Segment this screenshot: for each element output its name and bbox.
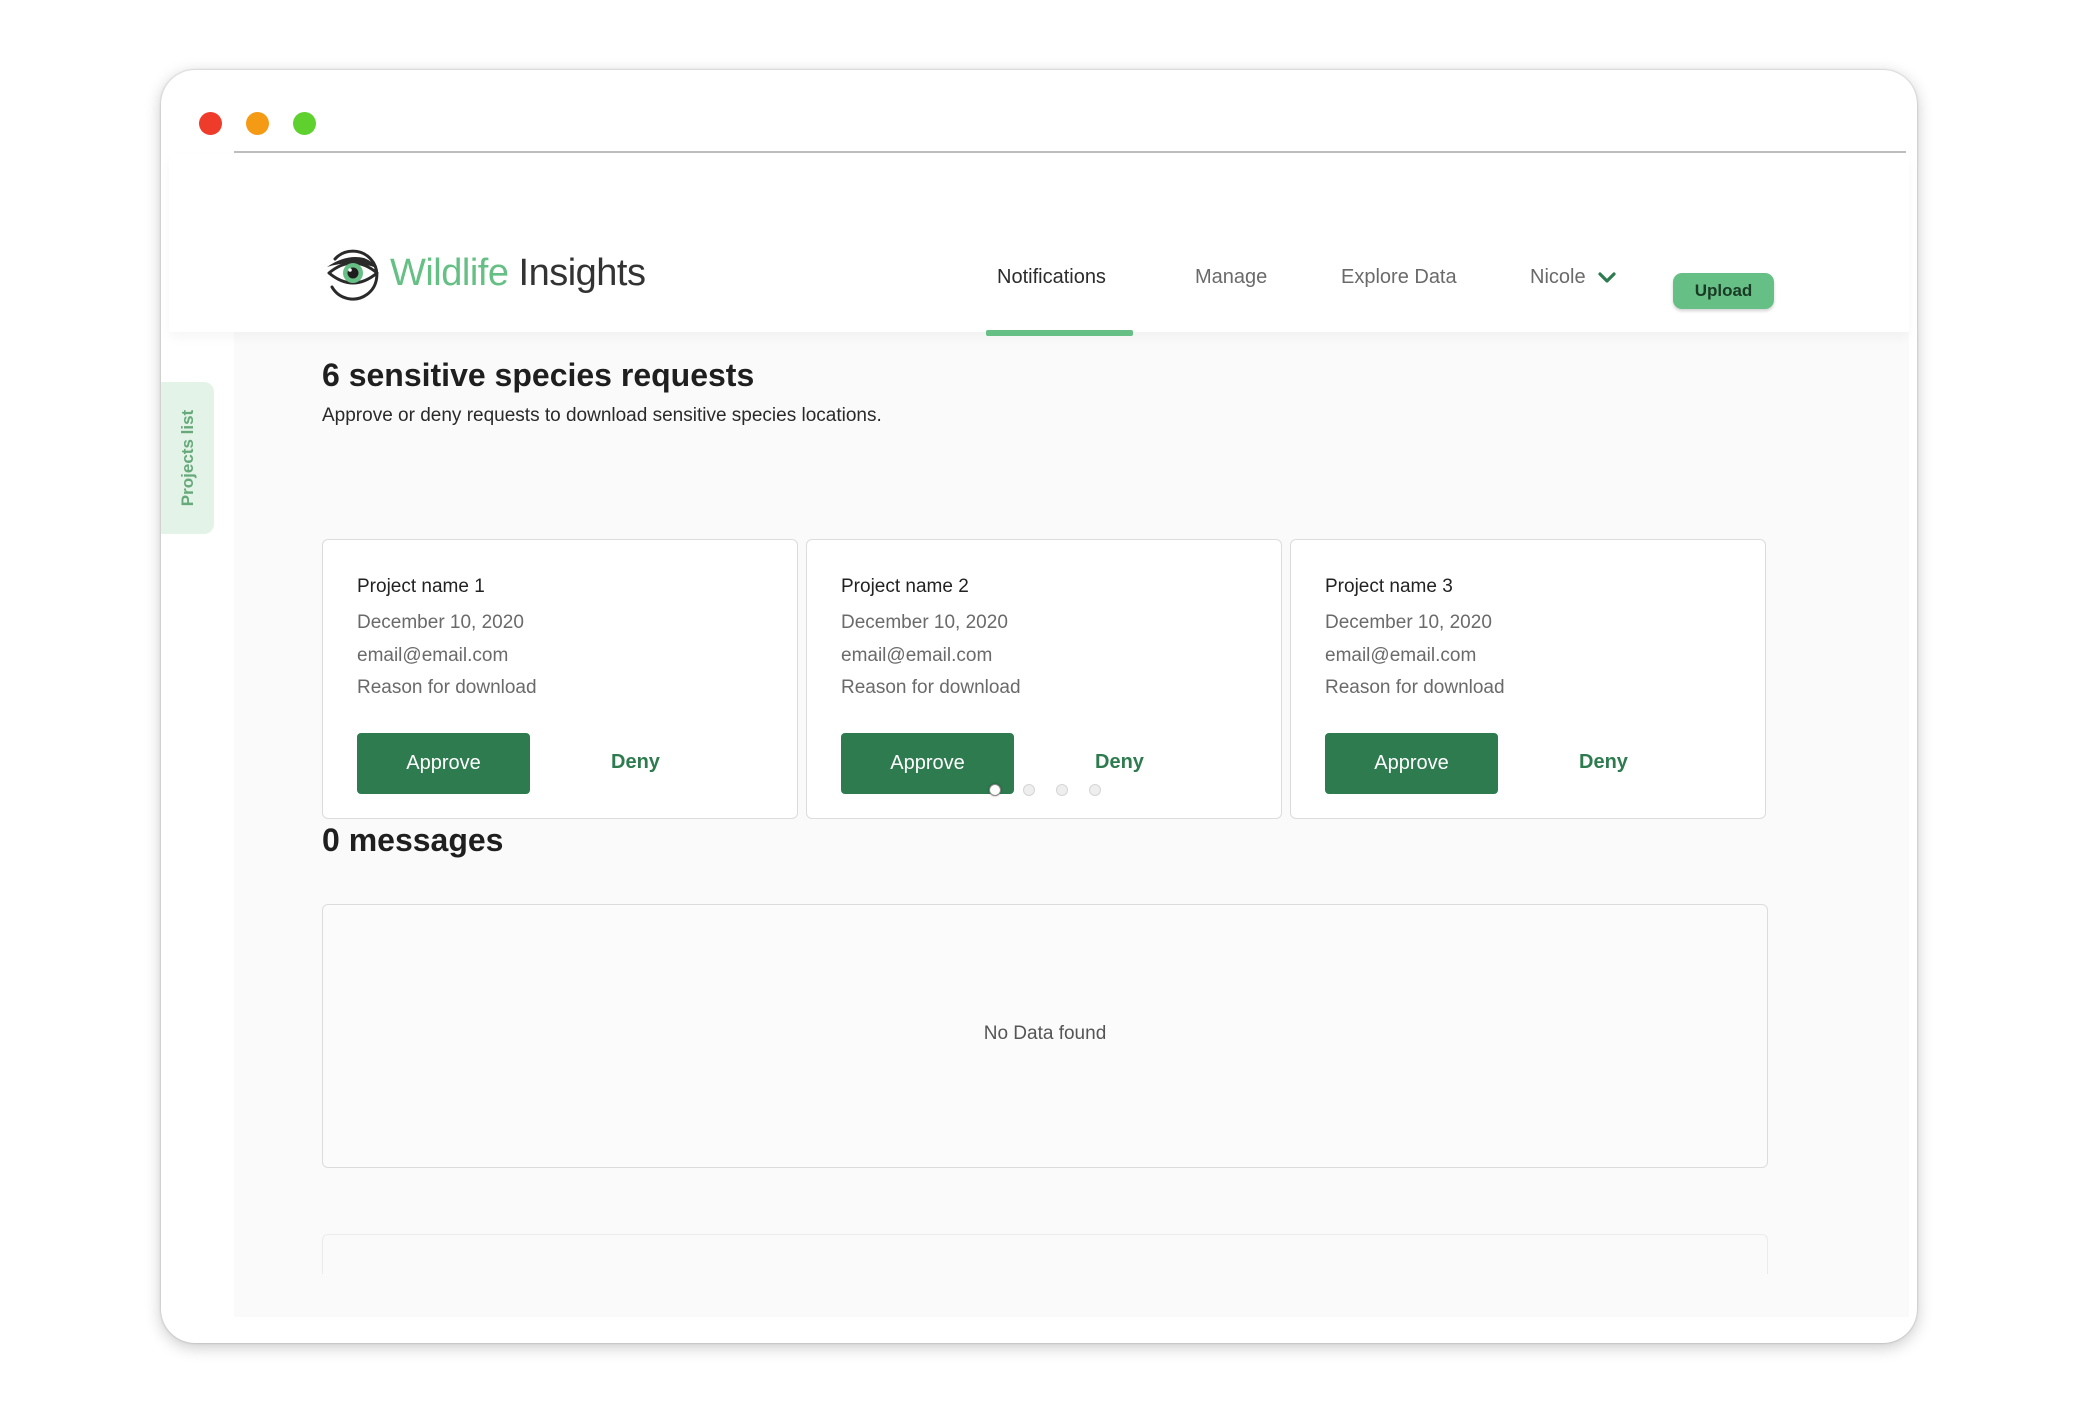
request-date: December 10, 2020 (841, 612, 1008, 633)
nav-manage[interactable]: Manage (1195, 266, 1267, 289)
browser-window: Wildlife Insights Notifications Manage E… (161, 70, 1917, 1343)
project-name: Project name 3 (1325, 576, 1453, 597)
next-section-card (322, 1234, 1768, 1274)
window-close-button[interactable] (199, 112, 222, 135)
nav-active-indicator (986, 330, 1133, 336)
requester-email: email@email.com (1325, 645, 1477, 666)
request-card: Project name 1 December 10, 2020 email@e… (322, 539, 798, 819)
requests-title: 6 sensitive species requests (322, 357, 755, 393)
eye-icon (327, 249, 379, 301)
download-reason: Reason for download (841, 677, 1021, 698)
top-navigation-bar: Wildlife Insights Notifications Manage E… (169, 154, 1909, 336)
no-data-text: No Data found (983, 1023, 1107, 1044)
request-card: Project name 2 December 10, 2020 email@e… (806, 539, 1282, 819)
approve-button[interactable]: Approve (1325, 733, 1498, 794)
projects-list-tab[interactable]: Projects list (161, 382, 214, 534)
approve-button[interactable]: Approve (357, 733, 530, 794)
deny-button[interactable]: Deny (1579, 751, 1628, 774)
messages-empty-state: No Data found (322, 904, 1768, 1168)
chevron-down-icon (1597, 271, 1616, 283)
download-reason: Reason for download (357, 677, 537, 698)
user-menu[interactable]: Nicole (1530, 266, 1616, 289)
user-name: Nicole (1530, 266, 1586, 288)
nav-notifications[interactable]: Notifications (997, 266, 1106, 289)
project-name: Project name 1 (357, 576, 485, 597)
request-date: December 10, 2020 (357, 612, 524, 633)
deny-button[interactable]: Deny (611, 751, 660, 774)
requester-email: email@email.com (357, 645, 509, 666)
pager-dot-4[interactable] (1089, 784, 1101, 796)
window-maximize-button[interactable] (293, 112, 316, 135)
logo[interactable]: Wildlife Insights (324, 244, 646, 302)
window-minimize-button[interactable] (246, 112, 269, 135)
messages-title: 0 messages (322, 822, 504, 858)
request-card: Project name 3 December 10, 2020 email@e… (1290, 539, 1766, 819)
pager-dot-1[interactable] (989, 784, 1001, 796)
project-name: Project name 2 (841, 576, 969, 597)
titlebar-divider (234, 151, 1906, 153)
download-reason: Reason for download (1325, 677, 1505, 698)
requester-email: email@email.com (841, 645, 993, 666)
pager-dot-3[interactable] (1056, 784, 1068, 796)
nav-explore-data[interactable]: Explore Data (1341, 266, 1457, 289)
requests-subtitle: Approve or deny requests to download sen… (322, 405, 882, 426)
deny-button[interactable]: Deny (1095, 751, 1144, 774)
pager-dot-2[interactable] (1023, 784, 1035, 796)
projects-list-label: Projects list (177, 409, 197, 507)
approve-button[interactable]: Approve (841, 733, 1014, 794)
request-date: December 10, 2020 (1325, 612, 1492, 633)
upload-button[interactable]: Upload (1673, 273, 1774, 309)
logo-wordmark: Wildlife Insights (390, 251, 646, 294)
